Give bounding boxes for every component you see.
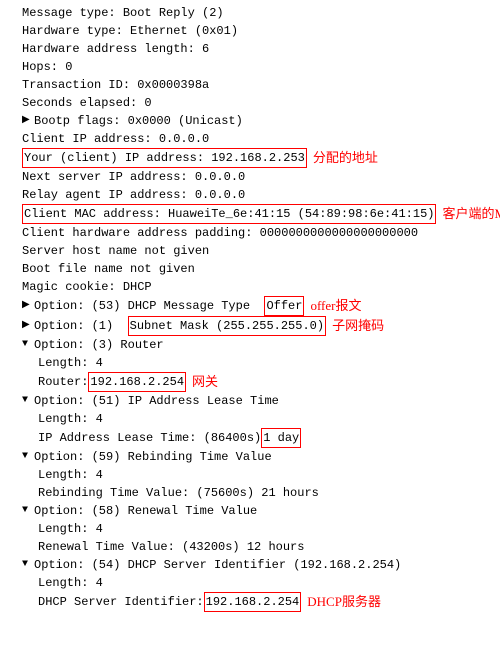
- line-bootp-flags[interactable]: Bootp flags: 0x0000 (Unicast): [6, 112, 494, 130]
- line-hardware-addr-len: Hardware address length: 6: [6, 40, 494, 58]
- line-option-58[interactable]: Option: (58) Renewal Time Value: [6, 502, 494, 520]
- expand-arrow-58[interactable]: [22, 502, 34, 520]
- lease-prefix: IP Address Lease Time: (86400s): [38, 429, 261, 447]
- line-server-hostname: Server host name not given: [6, 242, 494, 260]
- line-option-51[interactable]: Option: (51) IP Address Lease Time: [6, 392, 494, 410]
- line-server-id-length: Length: 4: [6, 574, 494, 592]
- highlight-your-ip: Your (client) IP address: 192.168.2.253: [22, 148, 307, 168]
- line-router-length: Length: 4: [6, 354, 494, 372]
- line-relay-agent: Relay agent IP address: 0.0.0.0: [6, 186, 494, 204]
- option-53-prefix: Option: (53) DHCP Message Type: [34, 297, 264, 315]
- expand-arrow-3[interactable]: [22, 336, 34, 354]
- line-text: Hops: 0: [22, 58, 72, 76]
- line-text: Transaction ID: 0x0000398a: [22, 76, 209, 94]
- line-text: Hardware address length: 6: [22, 40, 209, 58]
- line-text: Length: 4: [38, 354, 103, 372]
- line-text: Hardware type: Ethernet (0x01): [22, 22, 238, 40]
- highlight-server-id: 192.168.2.254: [204, 592, 302, 612]
- line-text: Client IP address: 0.0.0.0: [22, 130, 209, 148]
- line-text: Message type: Boot Reply (2): [22, 4, 224, 22]
- option-59-text: Option: (59) Rebinding Time Value: [34, 448, 272, 466]
- line-option-3[interactable]: Option: (3) Router: [6, 336, 494, 354]
- annotation-dhcp-server: DHCP服务器: [307, 593, 381, 611]
- highlight-lease-day: 1 day: [261, 428, 301, 448]
- line-text: Renewal Time Value: (43200s) 12 hours: [38, 538, 304, 556]
- line-client-mac: Client MAC address: HuaweiTe_6e:41:15 (5…: [6, 204, 494, 224]
- line-text: Magic cookie: DHCP: [22, 278, 152, 296]
- option-58-text: Option: (58) Renewal Time Value: [34, 502, 257, 520]
- option-3-text: Option: (3) Router: [34, 336, 164, 354]
- option-1-prefix: Option: (1): [34, 317, 128, 335]
- expand-arrow-51[interactable]: [22, 392, 34, 410]
- expand-arrow-59[interactable]: [22, 448, 34, 466]
- option-54-text: Option: (54) DHCP Server Identifier (192…: [34, 556, 401, 574]
- line-text: Relay agent IP address: 0.0.0.0: [22, 186, 245, 204]
- line-text: Length: 4: [38, 410, 103, 428]
- line-message-type: Message type: Boot Reply (2): [6, 4, 494, 22]
- line-option-1[interactable]: Option: (1) Subnet Mask (255.255.255.0) …: [6, 316, 494, 336]
- expand-arrow[interactable]: [22, 112, 34, 130]
- line-renewal-value: Renewal Time Value: (43200s) 12 hours: [6, 538, 494, 556]
- expand-arrow-54[interactable]: [22, 556, 34, 574]
- line-text: Length: 4: [38, 466, 103, 484]
- line-text: Length: 4: [38, 520, 103, 538]
- line-server-id-value: DHCP Server Identifier: 192.168.2.254 DH…: [6, 592, 494, 612]
- option-51-text: Option: (51) IP Address Lease Time: [34, 392, 279, 410]
- annotation-client-mac: 客户端的MAC地址: [442, 205, 500, 223]
- line-hops: Hops: 0: [6, 58, 494, 76]
- expand-arrow-53[interactable]: [22, 297, 34, 315]
- highlight-offer: Offer: [264, 296, 304, 316]
- packet-detail-panel: Message type: Boot Reply (2) Hardware ty…: [0, 0, 500, 616]
- line-hardware-type: Hardware type: Ethernet (0x01): [6, 22, 494, 40]
- router-prefix: Router:: [38, 373, 88, 391]
- annotation-gateway: 网关: [192, 373, 218, 391]
- line-text: Seconds elapsed: 0: [22, 94, 152, 112]
- line-text: Rebinding Time Value: (75600s) 21 hours: [38, 484, 319, 502]
- line-text: Next server IP address: 0.0.0.0: [22, 168, 245, 186]
- highlight-router: 192.168.2.254: [88, 372, 186, 392]
- annotation-offer: offer报文: [310, 297, 361, 315]
- line-rebinding-length: Length: 4: [6, 466, 494, 484]
- line-boot-file: Boot file name not given: [6, 260, 494, 278]
- line-magic-cookie: Magic cookie: DHCP: [6, 278, 494, 296]
- expand-arrow-1[interactable]: [22, 317, 34, 335]
- server-id-prefix: DHCP Server Identifier:: [38, 593, 204, 611]
- annotation-assigned-address: 分配的地址: [313, 149, 378, 167]
- line-text: Client hardware address padding: 0000000…: [22, 224, 418, 242]
- annotation-subnet: 子网掩码: [332, 317, 384, 335]
- line-transaction-id: Transaction ID: 0x0000398a: [6, 76, 494, 94]
- line-rebinding-value: Rebinding Time Value: (75600s) 21 hours: [6, 484, 494, 502]
- line-text: Boot file name not given: [22, 260, 195, 278]
- line-option-53[interactable]: Option: (53) DHCP Message Type Offer off…: [6, 296, 494, 316]
- line-renewal-length: Length: 4: [6, 520, 494, 538]
- line-next-server: Next server IP address: 0.0.0.0: [6, 168, 494, 186]
- line-hw-padding: Client hardware address padding: 0000000…: [6, 224, 494, 242]
- line-client-ip: Client IP address: 0.0.0.0: [6, 130, 494, 148]
- line-your-ip: Your (client) IP address: 192.168.2.253 …: [6, 148, 494, 168]
- line-text: Length: 4: [38, 574, 103, 592]
- line-lease-time: IP Address Lease Time: (86400s) 1 day: [6, 428, 494, 448]
- line-text: Bootp flags: 0x0000 (Unicast): [34, 112, 243, 130]
- highlight-client-mac: Client MAC address: HuaweiTe_6e:41:15 (5…: [22, 204, 436, 224]
- line-lease-length: Length: 4: [6, 410, 494, 428]
- line-option-54[interactable]: Option: (54) DHCP Server Identifier (192…: [6, 556, 494, 574]
- line-seconds: Seconds elapsed: 0: [6, 94, 494, 112]
- highlight-subnet: Subnet Mask (255.255.255.0): [128, 316, 326, 336]
- line-text: Server host name not given: [22, 242, 209, 260]
- line-option-59[interactable]: Option: (59) Rebinding Time Value: [6, 448, 494, 466]
- line-router-value: Router: 192.168.2.254 网关: [6, 372, 494, 392]
